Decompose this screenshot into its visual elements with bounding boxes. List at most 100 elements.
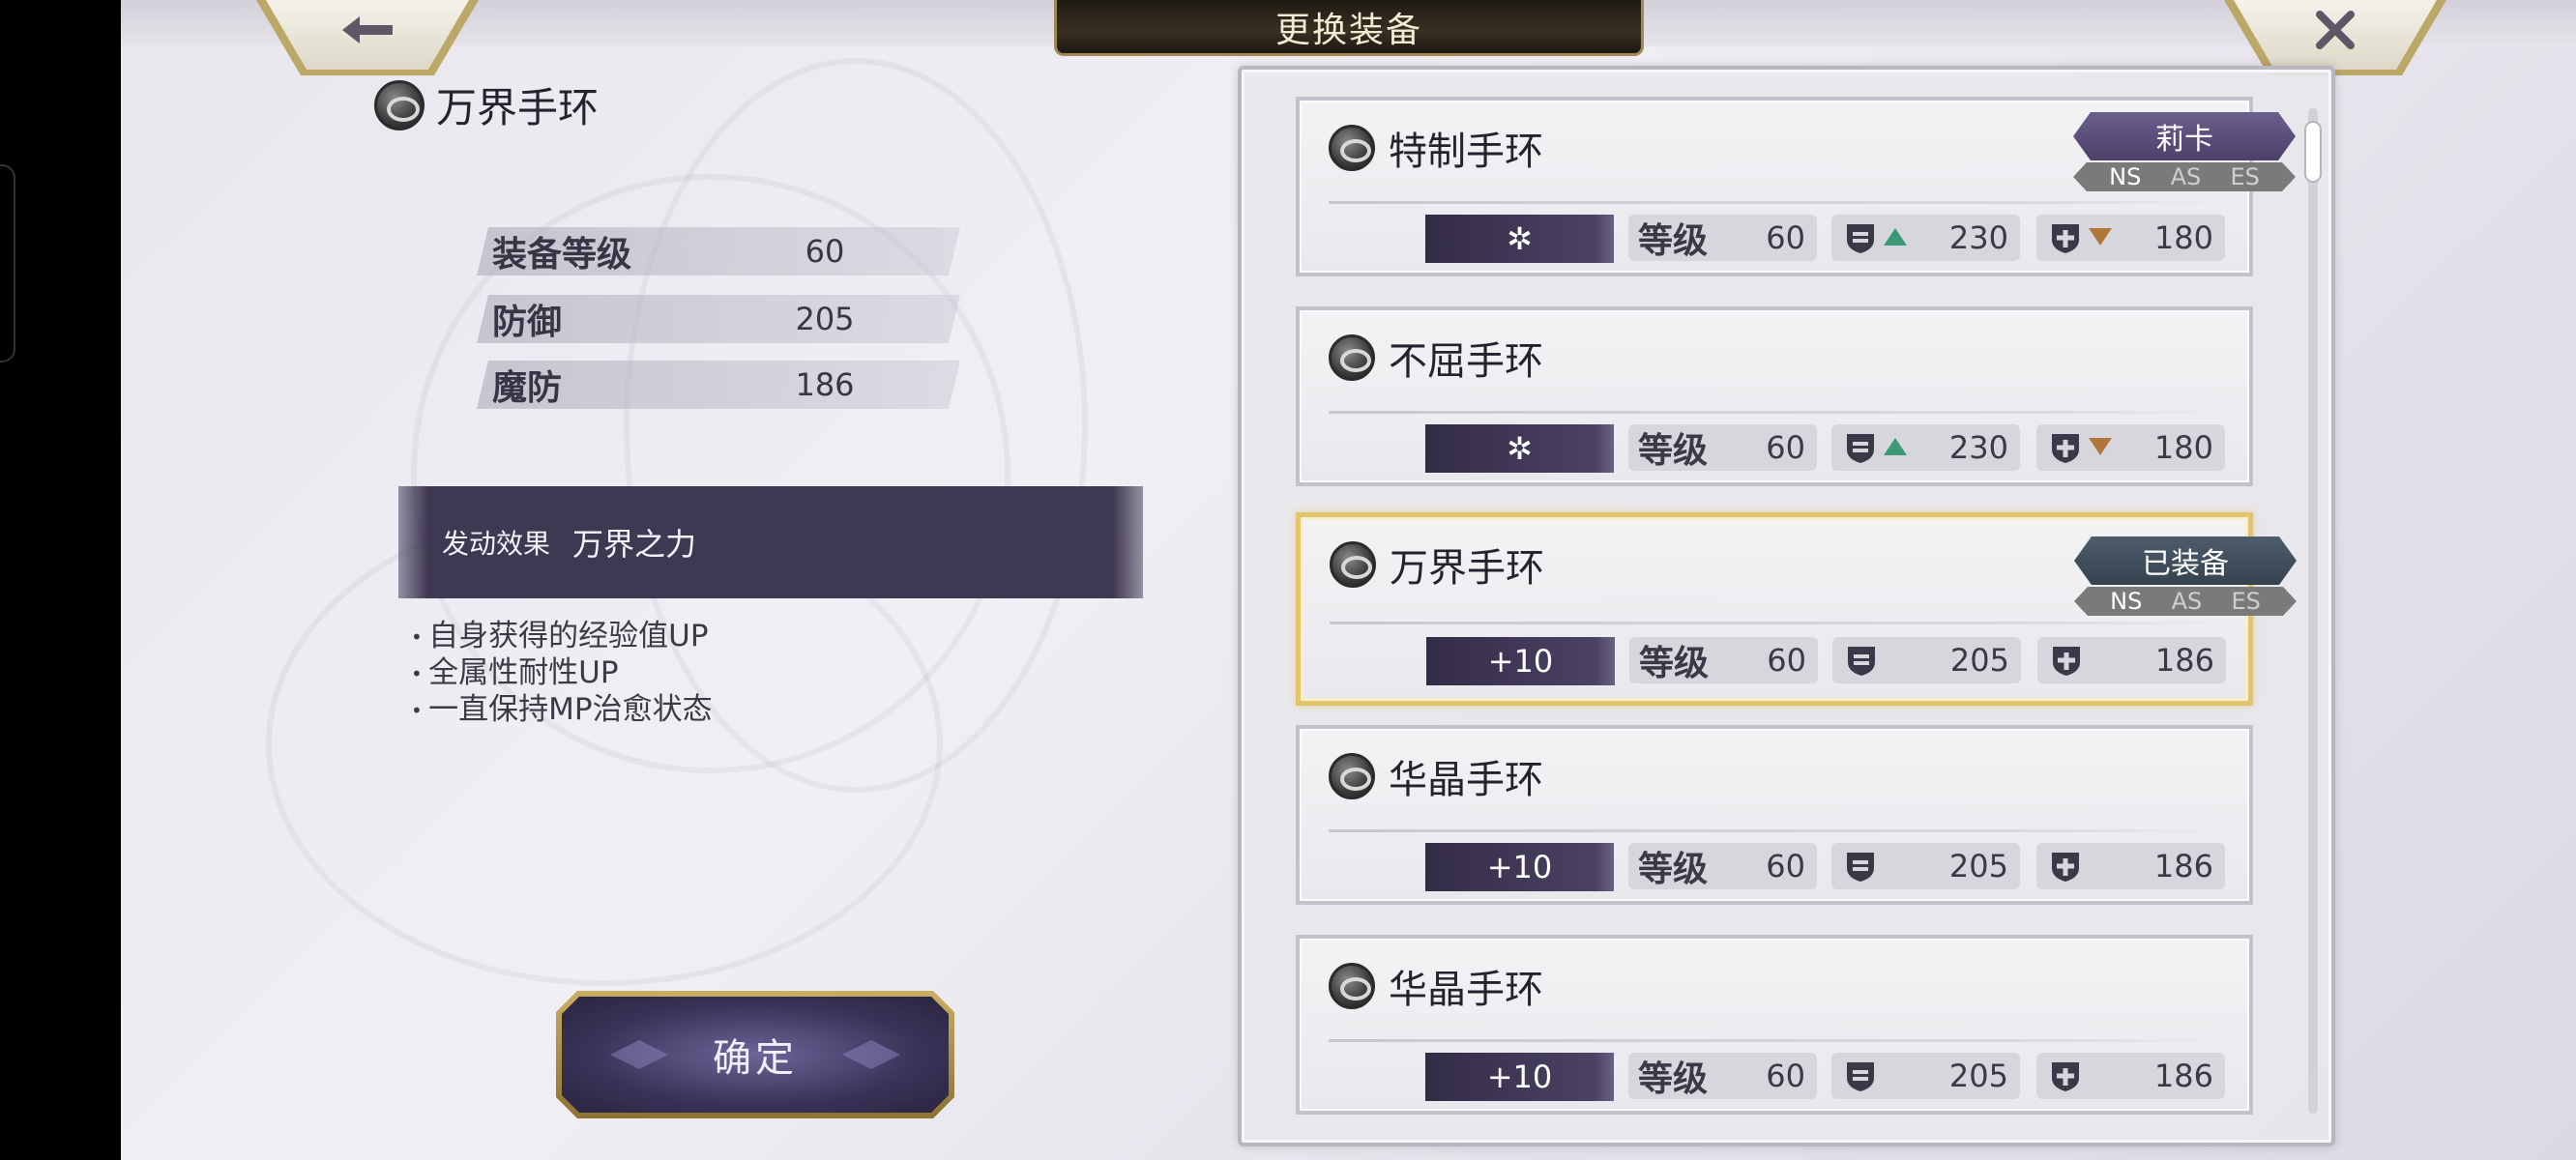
magic-defense-value: 180 (2153, 429, 2213, 466)
divider (1329, 201, 2228, 204)
rank-badge: ✲ (1425, 424, 1614, 473)
stat-value: 186 (795, 366, 855, 403)
as-label: AS (2171, 588, 2203, 615)
equipment-card[interactable]: 特制手环 莉卡 NS AS ES ✲ 等级 60 230 180 (1296, 97, 2253, 276)
level-label: 等级 (1638, 1059, 1709, 1099)
magic-defense-value: 186 (2154, 642, 2214, 679)
equipment-card[interactable]: 不屈手环 ✲ 等级 60 230 180 (1296, 306, 2253, 486)
level-label: 等级 (1638, 221, 1709, 261)
magic-defense-shield-icon (2053, 647, 2080, 676)
divider (1329, 1039, 2228, 1042)
stat-value: 60 (805, 233, 845, 270)
stat-down-arrow-icon (2089, 228, 2112, 246)
equipment-card-equipped[interactable]: 万界手环 已装备 NS AS ES +10 等级 60 205 186 (1296, 512, 2253, 706)
rank-badge: +10 (1425, 843, 1614, 891)
divider (1330, 622, 2229, 624)
owner-tag: 莉卡 (2073, 112, 2296, 160)
equipment-name: 不屈手环 (1389, 339, 1543, 384)
equipment-name: 华晶手环 (1389, 968, 1543, 1012)
confirm-label: 确定 (713, 1036, 798, 1081)
scrollbar-thumb[interactable] (2304, 121, 2322, 183)
close-x-icon (2316, 11, 2355, 49)
bracelet-icon (1329, 334, 1375, 381)
equipment-name: 特制手环 (1389, 130, 1543, 174)
defense-cell: 205 (1832, 637, 2021, 683)
page-title: 更换装备 (1054, 0, 1644, 56)
magic-defense-cell: 186 (2036, 1053, 2225, 1099)
bracelet-icon (1330, 541, 1376, 588)
es-label: ES (2231, 588, 2261, 615)
effect-list: 自身获得的经验值UP 全属性耐性UP 一直保持MP治愈状态 (411, 619, 713, 729)
back-arrow-icon (342, 16, 393, 44)
level-value: 60 (1766, 848, 1805, 884)
stat-up-arrow-icon (1884, 438, 1907, 455)
effect-name: 万界之力 (572, 526, 697, 563)
magic-defense-shield-icon (2052, 224, 2079, 253)
magic-defense-cell: 186 (2037, 637, 2226, 683)
confirm-button[interactable]: 确定 (556, 991, 954, 1118)
equipped-tag: 已装备 (2074, 536, 2297, 585)
level-label: 等级 (1638, 850, 1709, 889)
bracelet-icon (374, 79, 424, 130)
stat-label: 防御 (492, 303, 563, 342)
level-cell: 等级 60 (1628, 424, 1817, 471)
stat-row-magic-defense: 魔防 186 (477, 361, 960, 409)
defense-cell: 230 (1831, 215, 2020, 261)
defense-cell: 230 (1831, 424, 2020, 471)
decor-diamond (842, 1040, 900, 1069)
level-cell: 等级 60 (1628, 843, 1817, 889)
defense-shield-icon (1847, 1062, 1874, 1091)
stat-label: 魔防 (492, 368, 563, 408)
magic-defense-value: 186 (2153, 1058, 2213, 1094)
defense-value: 230 (1948, 429, 2008, 466)
es-label: ES (2230, 163, 2260, 190)
ns-label: NS (2109, 163, 2142, 190)
equipment-card[interactable]: 华晶手环 +10 等级 60 205 186 (1296, 725, 2253, 905)
defense-value: 205 (1949, 642, 2009, 679)
ns-label: NS (2110, 588, 2143, 615)
magic-defense-cell: 180 (2036, 424, 2225, 471)
bracelet-icon (1329, 753, 1375, 799)
defense-shield-icon (1847, 224, 1874, 253)
magic-defense-shield-icon (2052, 853, 2079, 882)
magic-defense-shield-icon (2052, 434, 2079, 463)
effect-item: 一直保持MP治愈状态 (411, 692, 712, 729)
stat-row-defense: 防御 205 (477, 295, 960, 343)
equipment-name: 万界手环 (1390, 546, 1544, 591)
effect-item: 全属性耐性UP (411, 655, 713, 692)
effect-tag: 发动效果 (442, 528, 551, 560)
magic-defense-shield-icon (2052, 1062, 2079, 1091)
magic-defense-cell: 180 (2036, 215, 2225, 261)
selected-equipment-title: 万界手环 (374, 75, 599, 134)
level-label: 等级 (1638, 431, 1709, 471)
stat-down-arrow-icon (2089, 438, 2112, 455)
ns-as-es-strip: NS AS ES (2073, 162, 2296, 191)
rank-badge: +10 (1426, 637, 1615, 685)
magic-defense-cell: 186 (2036, 843, 2225, 889)
level-cell: 等级 60 (1628, 1053, 1817, 1099)
divider (1329, 411, 2228, 414)
defense-shield-icon (1847, 434, 1874, 463)
defense-cell: 205 (1831, 1053, 2020, 1099)
level-label: 等级 (1639, 644, 1710, 683)
divider (1329, 829, 2228, 832)
stat-value: 205 (795, 301, 855, 337)
effect-item: 自身获得的经验值UP (411, 619, 713, 655)
rank-badge: ✲ (1425, 215, 1614, 263)
scrollbar-track[interactable] (2308, 108, 2318, 1114)
decor-diamond (610, 1040, 668, 1069)
rank-badge: +10 (1425, 1053, 1614, 1101)
equipment-card[interactable]: 华晶手环 +10 等级 60 205 186 (1296, 935, 2253, 1115)
level-value: 60 (1767, 642, 1806, 679)
as-label: AS (2170, 163, 2202, 190)
level-value: 60 (1766, 219, 1805, 256)
level-value: 60 (1766, 1058, 1805, 1094)
stat-label: 装备等级 (492, 235, 632, 275)
defense-shield-icon (1848, 647, 1875, 676)
bracelet-icon (1329, 125, 1375, 171)
selected-equipment-name: 万界手环 (436, 84, 600, 131)
magic-defense-value: 180 (2153, 219, 2213, 256)
defense-value: 230 (1948, 219, 2008, 256)
game-screen: 更换装备 万界手环 装备等级 60 防御 205 魔防 186 发动效果 万界之… (121, 0, 2576, 1160)
stat-up-arrow-icon (1884, 228, 1907, 246)
